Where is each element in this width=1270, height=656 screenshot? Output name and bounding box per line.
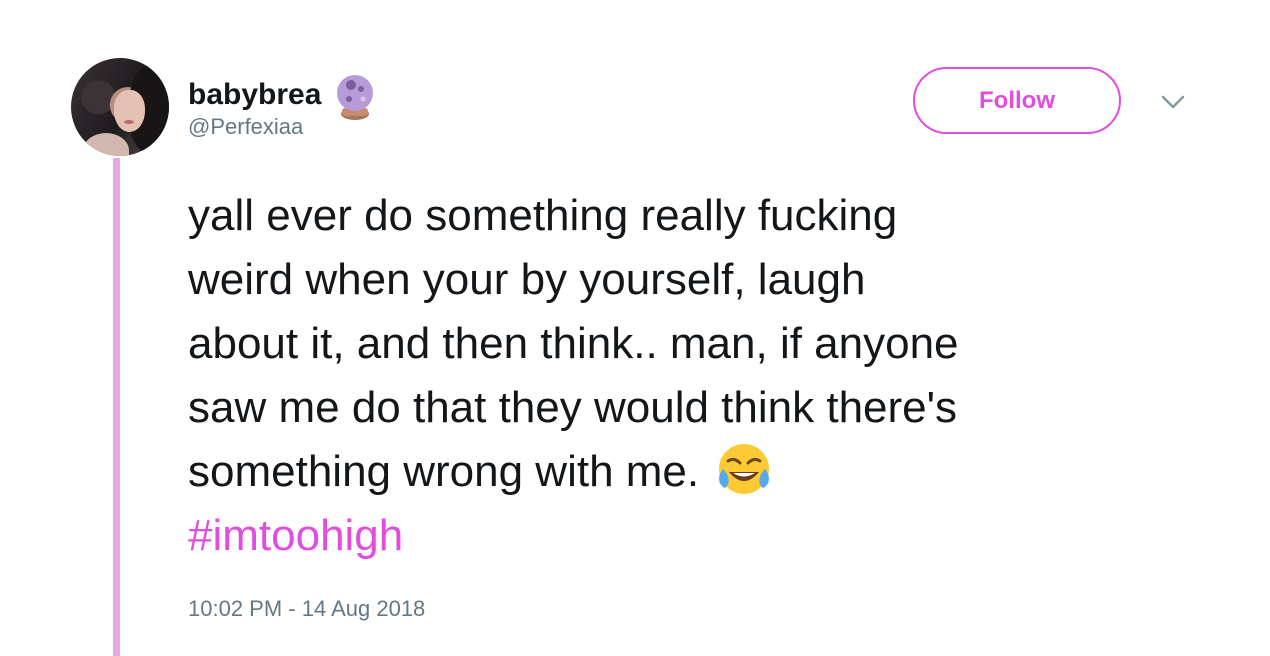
tweet-text-line: weird when your by yourself, laugh xyxy=(188,255,866,304)
thread-line xyxy=(113,158,120,656)
tweet-last-text-line: something wrong with me. xyxy=(188,440,1198,504)
tweet-text-line: yall ever do something really fucking xyxy=(188,191,898,240)
avatar-lip xyxy=(124,120,134,124)
avatar-shoulder xyxy=(83,133,129,156)
tweet-text-fragment: something wrong with me. xyxy=(188,447,700,496)
tweet-timestamp[interactable]: 10:02 PM - 14 Aug 2018 xyxy=(188,596,425,622)
tweet-text-line: saw me do that they would think there's xyxy=(188,383,958,432)
chevron-down-icon[interactable] xyxy=(1159,92,1187,112)
face-with-tears-of-joy-icon xyxy=(719,444,770,494)
tweet-text: yall ever do something really fucking we… xyxy=(188,184,1198,568)
follow-button[interactable]: Follow xyxy=(913,67,1121,134)
avatar-face xyxy=(114,90,145,132)
avatar[interactable] xyxy=(71,58,169,156)
hashtag-link[interactable]: #imtoohigh xyxy=(188,504,1198,568)
user-handle[interactable]: @Perfexiaa xyxy=(188,114,303,140)
crystal-ball-icon xyxy=(333,73,377,121)
tweet-text-line: about it, and then think.. man, if anyon… xyxy=(188,319,959,368)
crystal-ball-icon-graphic xyxy=(337,75,374,120)
display-name[interactable]: babybrea xyxy=(188,79,321,111)
